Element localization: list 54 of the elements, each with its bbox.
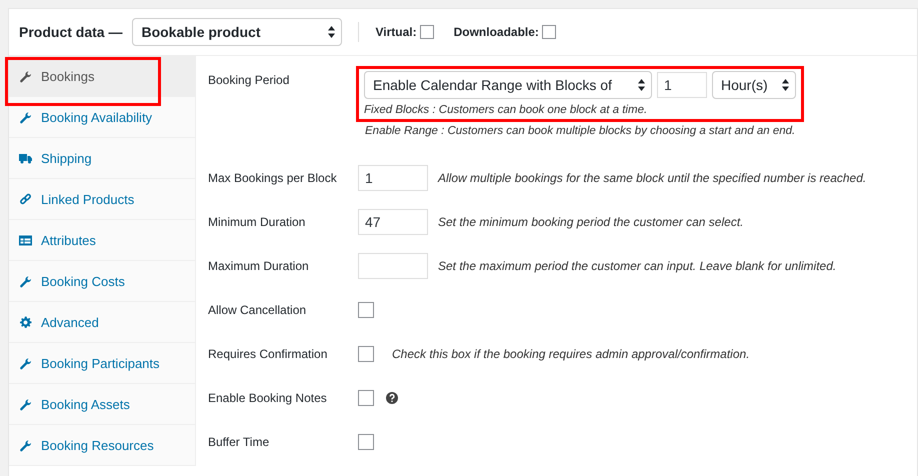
help-text: Enable Range : Customers can book multiple blocks by choosing a start and an end. [364, 125, 796, 137]
link-icon [19, 192, 32, 206]
option-label: Virtual: [375, 25, 417, 39]
block-count-field[interactable]: 1 [657, 72, 707, 98]
field-description: Set the minimum booking period the customer can select. [438, 215, 744, 229]
field-label: Requires Confirmation [208, 347, 328, 361]
wrench-icon [19, 70, 32, 82]
checkbox[interactable] [542, 25, 556, 39]
number-field[interactable]: 47 [358, 209, 428, 235]
panel-title: Product data — [19, 24, 122, 40]
help-icon[interactable] [386, 392, 398, 404]
truck-icon [19, 152, 32, 164]
sidebar-tab[interactable]: Attributes [9, 220, 195, 261]
gear-icon [19, 316, 32, 328]
field-description: Allow multiple bookings for the same block until the specified number is reached. [438, 171, 866, 185]
sidebar-tab[interactable]: Bookings [9, 56, 195, 97]
mode-select[interactable]: Enable Calendar Range with Blocks of [364, 71, 652, 99]
dropdown-arrows-icon [328, 26, 336, 38]
unit-select[interactable]: Hour(s) [712, 71, 796, 99]
help-text: Fixed Blocks : Customers can book one block at a time. [364, 104, 648, 116]
sidebar-tab[interactable]: Booking Availability [9, 97, 195, 138]
wrench-icon [19, 356, 32, 370]
sidebar-tab[interactable]: Linked Products [9, 179, 195, 220]
option-label: Downloadable: [454, 25, 539, 39]
field-label: Booking Period [208, 72, 290, 87]
sidebar-tab[interactable]: Booking Resources [9, 425, 195, 466]
field-label: Buffer Time [208, 435, 270, 449]
field-label: Max Bookings per Block [208, 171, 338, 185]
wrench-icon [19, 274, 32, 288]
sidebar-tab[interactable]: Booking Costs [9, 261, 195, 302]
sidebar-tab[interactable]: Booking Assets [9, 384, 195, 425]
wrench-icon [19, 438, 32, 452]
dropdown-arrows-icon [782, 79, 789, 91]
number-field[interactable]: 1 [358, 165, 428, 191]
number-field[interactable] [358, 253, 428, 279]
field-label: Allow Cancellation [208, 303, 308, 317]
field-description: Set the maximum period the customer can input. Leave blank for unlimited. [438, 259, 836, 273]
field-label: Minimum Duration [208, 215, 306, 229]
list-icon [19, 234, 32, 246]
wrench-icon [19, 110, 32, 124]
sidebar-tab[interactable]: Shipping [9, 138, 195, 179]
product-type-select[interactable]: Bookable product [132, 18, 342, 46]
field-label: Enable Booking Notes [208, 391, 328, 405]
sidebar-tab[interactable]: Booking Participants [9, 343, 195, 384]
checkbox[interactable] [358, 346, 374, 362]
wrench-icon [19, 398, 32, 410]
checkbox[interactable] [420, 25, 434, 39]
sidebar-tab[interactable]: Advanced [9, 302, 195, 343]
dropdown-arrows-icon [638, 79, 645, 91]
field-description: Check this box if the booking requires admin approval/confirmation. [392, 347, 750, 361]
checkbox[interactable] [358, 434, 374, 450]
checkbox[interactable] [358, 302, 374, 318]
checkbox[interactable] [358, 390, 374, 406]
field-label: Maximum Duration [208, 259, 310, 273]
